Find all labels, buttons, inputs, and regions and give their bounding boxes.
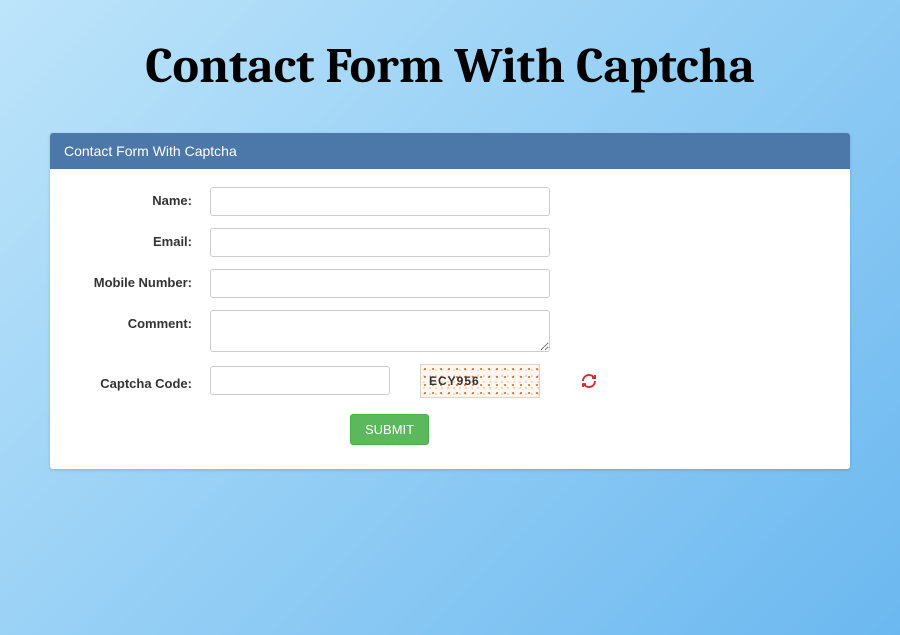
name-input[interactable] (210, 187, 550, 216)
page-title: Contact Form With Captcha (0, 35, 900, 98)
form-panel: Contact Form With Captcha Name: Email: M… (50, 133, 850, 469)
submit-row: SUBMIT (70, 414, 830, 445)
email-input[interactable] (210, 228, 550, 257)
mobile-row: Mobile Number: (70, 269, 830, 298)
submit-button[interactable]: SUBMIT (350, 414, 429, 445)
comment-row: Comment: (70, 310, 830, 352)
captcha-input[interactable] (210, 366, 390, 395)
panel-header: Contact Form With Captcha (50, 133, 850, 169)
name-row: Name: (70, 187, 830, 216)
email-row: Email: (70, 228, 830, 257)
email-label: Email: (70, 228, 210, 249)
comment-label: Comment: (70, 310, 210, 331)
captcha-image: ECY956 (420, 364, 540, 398)
mobile-input[interactable] (210, 269, 550, 298)
comment-textarea[interactable] (210, 310, 550, 352)
captcha-label: Captcha Code: (70, 370, 210, 391)
refresh-icon[interactable] (580, 372, 598, 390)
name-label: Name: (70, 187, 210, 208)
mobile-label: Mobile Number: (70, 269, 210, 290)
captcha-row: Captcha Code: ECY956 (70, 364, 830, 398)
panel-body: Name: Email: Mobile Number: Comment: Cap… (50, 169, 850, 469)
